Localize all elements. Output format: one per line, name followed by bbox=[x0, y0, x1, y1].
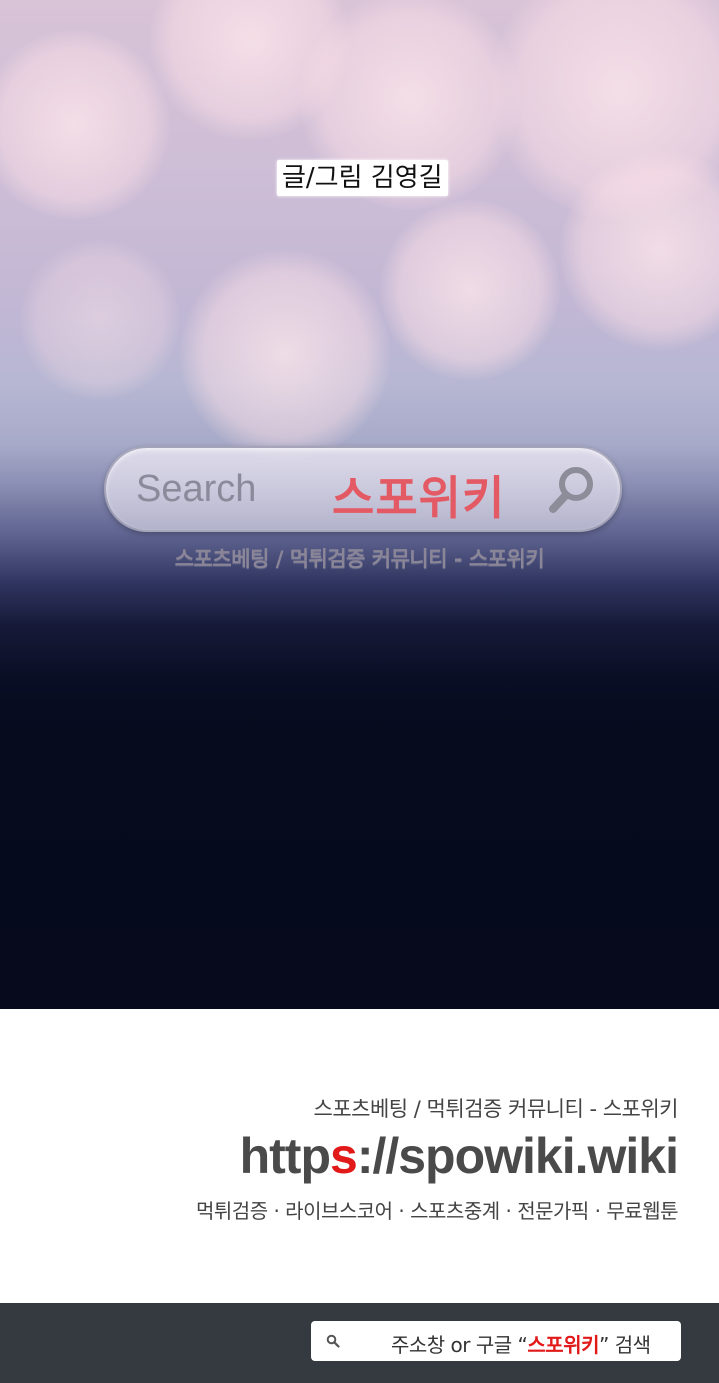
search-bar-graphic: Search 스포위키 bbox=[104, 446, 622, 532]
hint-brand: 스포위키 bbox=[527, 1333, 600, 1357]
site-url-link[interactable]: https://spowiki.wiki bbox=[239, 1127, 679, 1185]
search-hint-text: 주소창 or 구글 “스포위키” 검색 bbox=[391, 1329, 651, 1358]
brand-name: 스포위키 bbox=[332, 471, 506, 525]
hint-suffix: 검색 bbox=[608, 1333, 651, 1357]
bokeh-light bbox=[0, 30, 170, 220]
promo-section: 스포츠베팅 / 먹튀검증 커뮤니티 - 스포위키 https://spowiki… bbox=[0, 1009, 719, 1303]
hint-prefix: 주소창 or 구글 bbox=[391, 1333, 518, 1357]
search-icon bbox=[549, 467, 593, 513]
bokeh-light bbox=[20, 240, 180, 400]
hero-banner: 글/그림 김영길 Search 스포위키 스포츠베팅 / 먹튀검증 커뮤니티 -… bbox=[0, 0, 719, 1009]
search-placeholder-text: Search bbox=[136, 468, 257, 510]
services-list: 먹튀검증 · 라이브스코어 · 스포츠중계 · 전문가픽 · 무료웹툰 bbox=[196, 1199, 679, 1223]
url-domain: ://spowiki.wiki bbox=[356, 1128, 679, 1184]
author-credit: 글/그림 김영길 bbox=[277, 160, 448, 196]
bokeh-light bbox=[380, 200, 560, 380]
url-red-letter: s bbox=[330, 1128, 358, 1184]
url-prefix: http bbox=[239, 1128, 331, 1184]
magnifier-icon bbox=[326, 1334, 340, 1348]
search-hint-box[interactable]: 주소창 or 구글 “스포위키” 검색 bbox=[311, 1321, 681, 1361]
bottom-bar: 주소창 or 구글 “스포위키” 검색 bbox=[0, 1303, 719, 1383]
bokeh-light bbox=[180, 250, 390, 460]
promo-tagline: 스포츠베팅 / 먹튀검증 커뮤니티 - 스포위키 bbox=[313, 1097, 679, 1121]
close-quote: ” bbox=[599, 1333, 609, 1357]
hero-tagline: 스포츠베팅 / 먹튀검증 커뮤니티 - 스포위키 bbox=[174, 547, 545, 571]
open-quote: “ bbox=[517, 1333, 528, 1357]
